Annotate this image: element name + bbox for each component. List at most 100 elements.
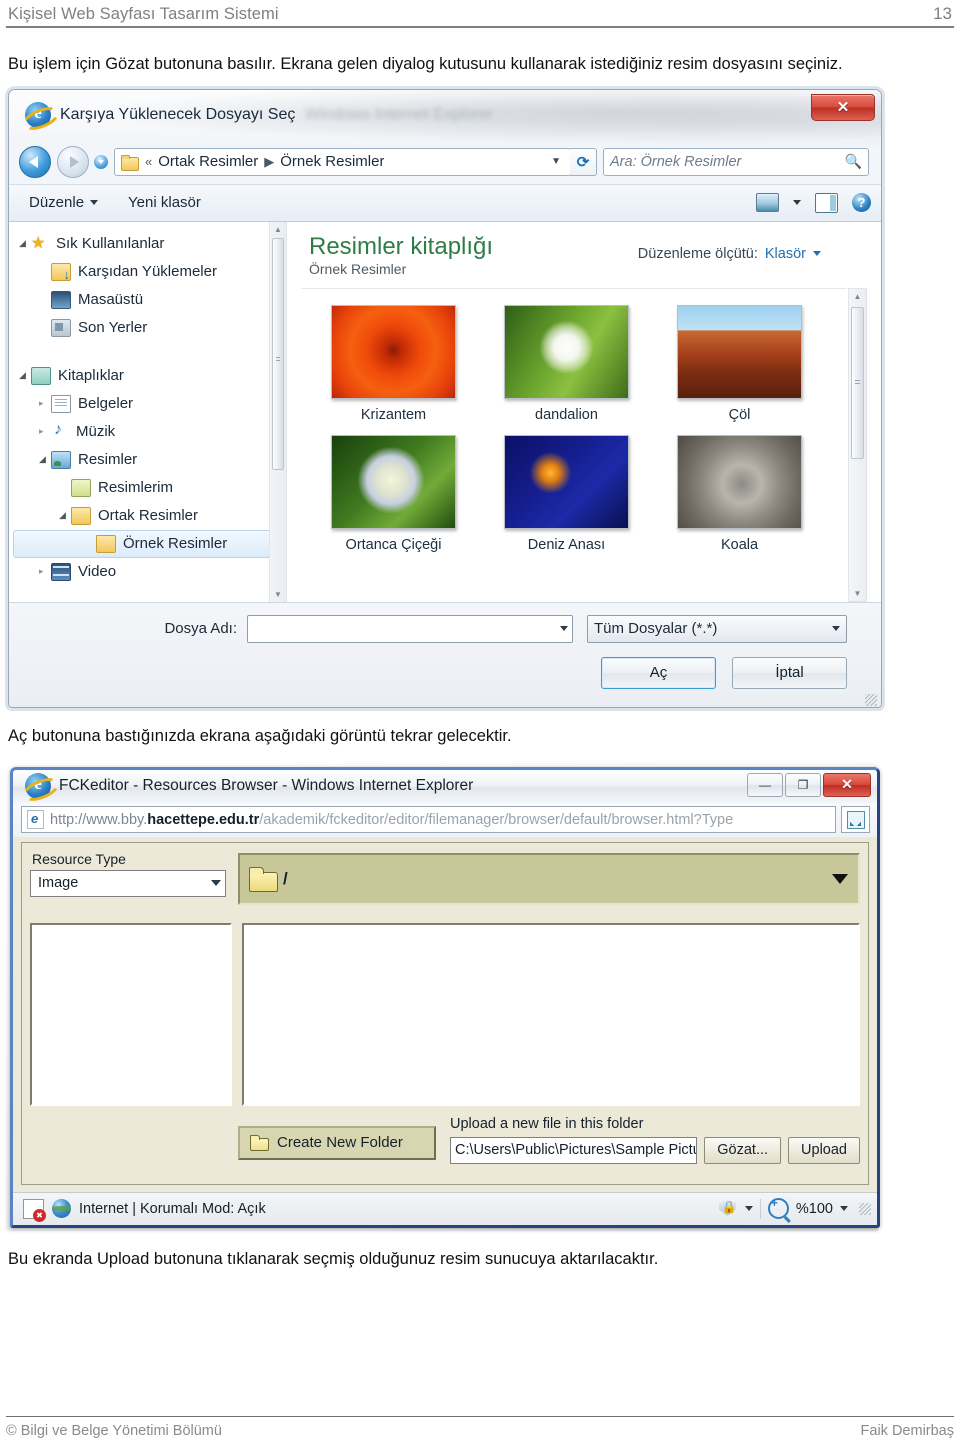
create-new-folder-button[interactable]: Create New Folder <box>238 1125 436 1160</box>
nav-tree-item[interactable]: Resimler <box>9 446 286 474</box>
files-pane[interactable] <box>242 922 860 1106</box>
paragraph-3: Bu ekranda Upload butonuna tıklanarak se… <box>8 1249 659 1268</box>
cancel-button[interactable]: İptal <box>732 656 847 689</box>
zoom-icon[interactable] <box>767 1196 789 1220</box>
change-view-icon[interactable] <box>756 193 779 213</box>
file-thumbnail-item[interactable]: Ortanca Çiçeği <box>307 434 480 553</box>
thumbnail-image <box>331 434 456 529</box>
folders-pane[interactable] <box>30 922 232 1106</box>
url-input[interactable]: http://www.bby.hacettepe.edu.tr/akademik… <box>21 806 836 834</box>
feeds-button[interactable] <box>841 806 870 834</box>
nav-tree-item[interactable]: Masaüstü <box>9 286 286 314</box>
search-input[interactable]: Ara: Örnek Resimler 🔍 <box>603 147 869 176</box>
nav-tree-item[interactable]: Karşıdan Yüklemeler <box>9 258 286 286</box>
scroll-down-icon[interactable]: ▼ <box>270 587 286 602</box>
address-bar[interactable]: « Ortak Resimler ▶ Örnek Resimler ▼ <box>114 147 571 176</box>
help-icon[interactable]: ? <box>852 193 871 213</box>
thumbnail-label: Çöl <box>728 406 751 423</box>
breadcrumb-item-0[interactable]: Ortak Resimler <box>158 153 258 170</box>
folder-chevron-down-icon[interactable] <box>832 873 848 884</box>
url-text: http://www.bby.hacettepe.edu.tr/akademik… <box>50 812 733 828</box>
protected-mode-icon[interactable] <box>718 1200 738 1218</box>
internet-explorer-icon: e <box>19 773 63 806</box>
expander-icon[interactable] <box>19 370 31 381</box>
arrange-by-control[interactable]: Düzenleme ölçütü: Klasör <box>638 234 865 262</box>
expander-icon[interactable] <box>39 426 51 437</box>
nav-tree-item-label: Resimler <box>78 451 138 469</box>
nav-tree-item[interactable]: Video <box>9 558 286 586</box>
view-chevron-down-icon[interactable] <box>793 200 801 206</box>
expander-icon[interactable] <box>39 566 51 577</box>
expander-icon[interactable] <box>19 238 31 249</box>
security-zone-text: Internet | Korumalı Mod: Açık <box>79 1200 266 1217</box>
file-scroll-down-icon[interactable]: ▼ <box>849 586 866 601</box>
expander-icon[interactable] <box>39 454 51 465</box>
forward-button[interactable] <box>57 145 89 178</box>
feed-icon <box>846 810 865 829</box>
file-scrollbar-thumb[interactable] <box>851 306 864 459</box>
protected-mode-chevron-down-icon[interactable] <box>744 1206 753 1212</box>
maximize-button[interactable]: ❐ <box>785 772 821 797</box>
organize-button[interactable]: Düzenle <box>29 194 99 212</box>
browse-button[interactable]: Gözat... <box>704 1136 782 1164</box>
resource-type-select[interactable]: Image <box>30 869 226 897</box>
nav-tree-item[interactable]: Kitaplıklar <box>9 362 286 390</box>
resize-grip[interactable] <box>859 1202 871 1215</box>
chevron-down-icon <box>90 200 99 206</box>
nav-tree-item[interactable]: Belgeler <box>9 390 286 418</box>
arrange-by-label: Düzenleme ölçütü: <box>637 245 758 262</box>
arrange-by-value: Klasör <box>764 245 806 262</box>
figure-resources-browser: e FCKeditor - Resources Browser - Window… <box>6 760 880 1231</box>
folder-icon <box>96 534 116 553</box>
file-thumbnail-item[interactable]: Krizantem <box>307 304 480 423</box>
file-thumbnail-item[interactable]: Koala <box>653 434 826 553</box>
nav-tree-item[interactable]: Müzik <box>9 418 286 446</box>
resource-type-block: Resource Type Image <box>30 851 226 905</box>
dialog-button-row: Aç İptal <box>9 643 881 689</box>
recent-pages-dropdown-icon[interactable] <box>94 154 108 169</box>
dialog-toolbar: Düzenle Yeni klasör ? <box>9 183 881 222</box>
upload-button[interactable]: Upload <box>788 1136 860 1164</box>
expander-icon[interactable] <box>39 398 51 409</box>
expander-icon[interactable] <box>59 510 71 521</box>
address-dropdown-icon[interactable]: ▼ <box>546 156 566 167</box>
upload-path-input[interactable]: C:\Users\Public\Pictures\Sample Picture <box>450 1136 698 1164</box>
new-folder-button[interactable]: Yeni klasör <box>128 194 201 211</box>
new-folder-label: Yeni klasör <box>128 194 201 212</box>
nav-tree-item[interactable]: Örnek Resimler <box>13 529 280 558</box>
navigation-scrollbar[interactable]: ▲ ▼ <box>269 221 286 602</box>
nav-tree-item[interactable]: Resimlerim <box>9 474 286 502</box>
file-thumbnail-item[interactable]: dandalion <box>480 304 653 423</box>
refresh-button[interactable]: ⟳ <box>570 147 597 176</box>
pictures-icon <box>51 450 71 469</box>
page-icon <box>27 810 44 830</box>
preview-pane-icon[interactable] <box>815 192 838 213</box>
breadcrumb-overflow[interactable]: « <box>145 154 152 169</box>
organize-label: Düzenle <box>29 194 85 212</box>
file-scroll-up-icon[interactable]: ▲ <box>849 289 866 304</box>
minimize-button[interactable]: — <box>747 772 783 797</box>
nav-tree-item[interactable]: Sık Kullanılanlar <box>9 230 286 258</box>
nav-tree-item[interactable]: Son Yerler <box>9 314 286 342</box>
file-thumbnail-item[interactable]: Çöl <box>653 304 826 423</box>
filename-chevron-down-icon[interactable] <box>560 626 568 632</box>
close-button[interactable]: ✕ <box>823 772 871 797</box>
resize-grip[interactable] <box>865 693 877 706</box>
filename-input[interactable] <box>247 614 573 643</box>
current-folder-bar[interactable]: / <box>238 852 860 905</box>
back-button[interactable] <box>19 145 51 178</box>
breadcrumb-item-1[interactable]: Örnek Resimler <box>280 153 384 170</box>
error-icon[interactable] <box>23 1198 46 1222</box>
open-button[interactable]: Aç <box>601 656 716 689</box>
close-button[interactable]: ✕ <box>811 93 875 121</box>
scrollbar-thumb[interactable] <box>272 237 284 470</box>
file-list-scrollbar[interactable]: ▲ ▼ <box>848 287 867 602</box>
browser-actions: Create New Folder Upload a new file in t… <box>238 1104 860 1176</box>
scroll-up-icon[interactable]: ▲ <box>270 222 286 237</box>
zoom-chevron-down-icon[interactable] <box>840 1206 848 1212</box>
thumbnail-image <box>331 304 456 399</box>
nav-tree-item[interactable]: Ortak Resimler <box>9 502 286 530</box>
file-thumbnail-item[interactable]: Deniz Anası <box>480 434 653 553</box>
file-type-select[interactable]: Tüm Dosyalar (*.*) <box>587 614 847 643</box>
current-folder-path: / <box>283 868 288 888</box>
